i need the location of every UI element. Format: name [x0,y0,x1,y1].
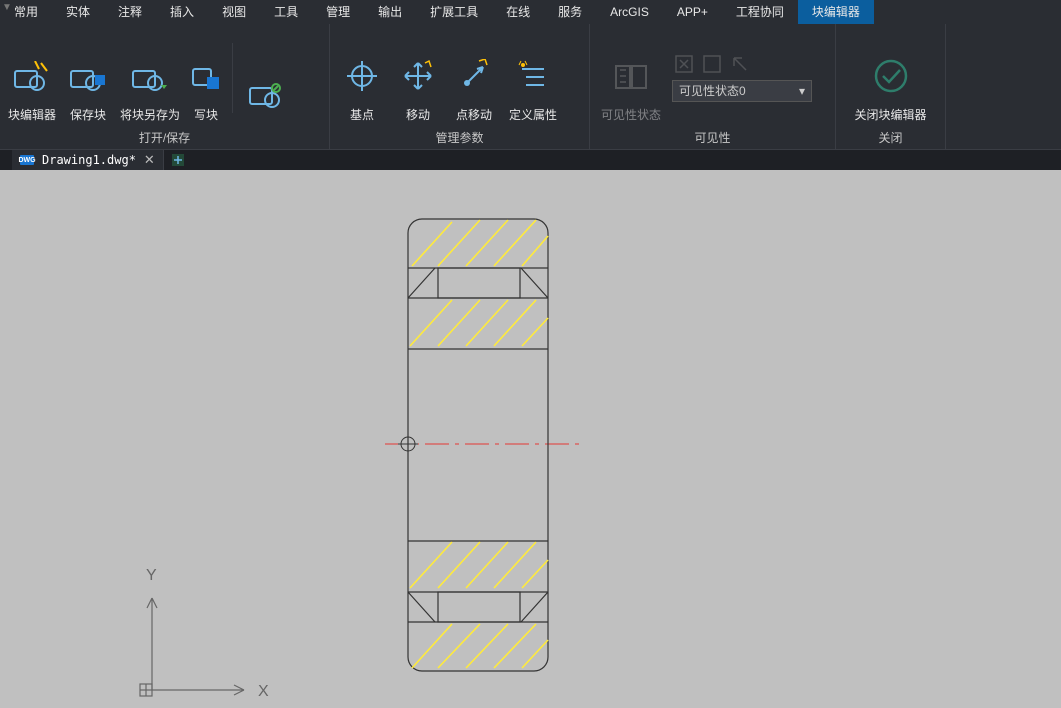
menu-item-service[interactable]: 服务 [544,0,596,24]
menu-item-appplus[interactable]: APP+ [663,0,722,24]
menu-item-insert[interactable]: 插入 [156,0,208,24]
panel-close: 关闭块编辑器 关闭 [836,24,946,149]
point-move-icon [454,56,494,96]
visibility-state-value: 可见性状态0 [679,82,746,99]
block-editor-label: 块编辑器 [8,106,56,123]
save-block-icon [68,56,108,96]
vis-tool-3-icon[interactable] [730,54,750,74]
saveas-block-icon [130,56,170,96]
save-block-label: 保存块 [70,106,106,123]
point-move-button[interactable]: 点移动 [446,33,502,123]
saveas-block-label: 将块另存为 [120,106,180,123]
close-tab-icon[interactable]: ✕ [144,152,155,168]
ribbon: 块编辑器 保存块 将块另存为 写块 [0,24,1061,150]
menu-item-ext-tools[interactable]: 扩展工具 [416,0,492,24]
panel-visibility: 可见性状态 可见性状态0 ▾ 可见性 [590,24,836,149]
menu-item-arcgis[interactable]: ArcGIS [596,0,663,24]
vis-state-label: 可见性状态 [601,106,661,123]
move-button[interactable]: 移动 [390,33,446,123]
close-editor-icon [871,56,911,96]
close-editor-label: 关闭块编辑器 [854,106,926,123]
document-tab-strip: ▼ DWG Drawing1.dwg* ✕ [0,150,1061,170]
menu-item-manage[interactable]: 管理 [312,0,364,24]
visibility-sub-panel: 可见性状态0 ▾ [668,54,812,102]
document-tab-filename: Drawing1.dwg* [42,153,136,167]
write-block-icon [186,56,226,96]
menu-item-online[interactable]: 在线 [492,0,544,24]
panel-title-open-save: 打开/保存 [0,127,329,149]
vis-tool-2-icon[interactable] [702,54,722,74]
tab-menu-marker[interactable]: ▼ [2,2,12,13]
panel-manage-params: 基点 移动 点移动 定义属性 管理参数 [330,24,590,149]
ucs-icon [140,598,244,696]
menu-item-output[interactable]: 输出 [364,0,416,24]
block-editor-button[interactable]: 块编辑器 [4,33,60,123]
vis-state-button: 可见性状态 [594,33,668,123]
move-label: 移动 [406,106,430,123]
point-move-label: 点移动 [456,106,492,123]
document-tab[interactable]: DWG Drawing1.dwg* ✕ [12,150,164,170]
write-block-button[interactable]: 写块 [184,33,228,123]
menu-bar: 常用 实体 注释 插入 视图 工具 管理 输出 扩展工具 在线 服务 ArcGI… [0,0,1061,24]
menu-item-collab[interactable]: 工程协同 [722,0,798,24]
basepoint-button[interactable]: 基点 [334,33,390,123]
panel-title-close: 关闭 [836,127,945,149]
drawing-canvas[interactable]: X Y [0,170,1061,708]
close-editor-button[interactable]: 关闭块编辑器 [847,33,935,123]
panel-title-manage-params: 管理参数 [330,127,589,149]
write-block-label: 写块 [194,106,218,123]
test-block-button[interactable] [237,33,293,123]
menu-item-annotate[interactable]: 注释 [104,0,156,24]
move-icon [398,56,438,96]
save-block-button[interactable]: 保存块 [60,33,116,123]
panel-open-save: 块编辑器 保存块 将块另存为 写块 [0,24,330,149]
block-editor-icon [12,56,52,96]
basepoint-label: 基点 [350,106,374,123]
vis-tool-1-icon[interactable] [674,54,694,74]
ucs-x-label: X [258,683,269,700]
dwg-file-icon: DWG [20,155,34,165]
menu-item-view[interactable]: 视图 [208,0,260,24]
new-tab-button[interactable] [168,150,188,170]
panel-title-visibility: 可见性 [590,127,835,149]
chevron-down-icon: ▾ [799,84,805,98]
drawing-content: X Y [0,170,1061,708]
def-attr-label: 定义属性 [509,106,557,123]
saveas-block-button[interactable]: 将块另存为 [116,33,184,123]
def-attr-icon [513,56,553,96]
def-attr-button[interactable]: 定义属性 [502,33,564,123]
menu-item-entity[interactable]: 实体 [52,0,104,24]
menu-item-tools[interactable]: 工具 [260,0,312,24]
basepoint-icon [342,56,382,96]
ucs-y-label: Y [146,567,157,584]
vis-state-icon [611,56,651,96]
test-block-icon [245,73,285,113]
menu-item-block-editor[interactable]: 块编辑器 [798,0,874,24]
separator [232,43,233,113]
visibility-state-combo[interactable]: 可见性状态0 ▾ [672,80,812,102]
panel-empty [946,24,1061,149]
